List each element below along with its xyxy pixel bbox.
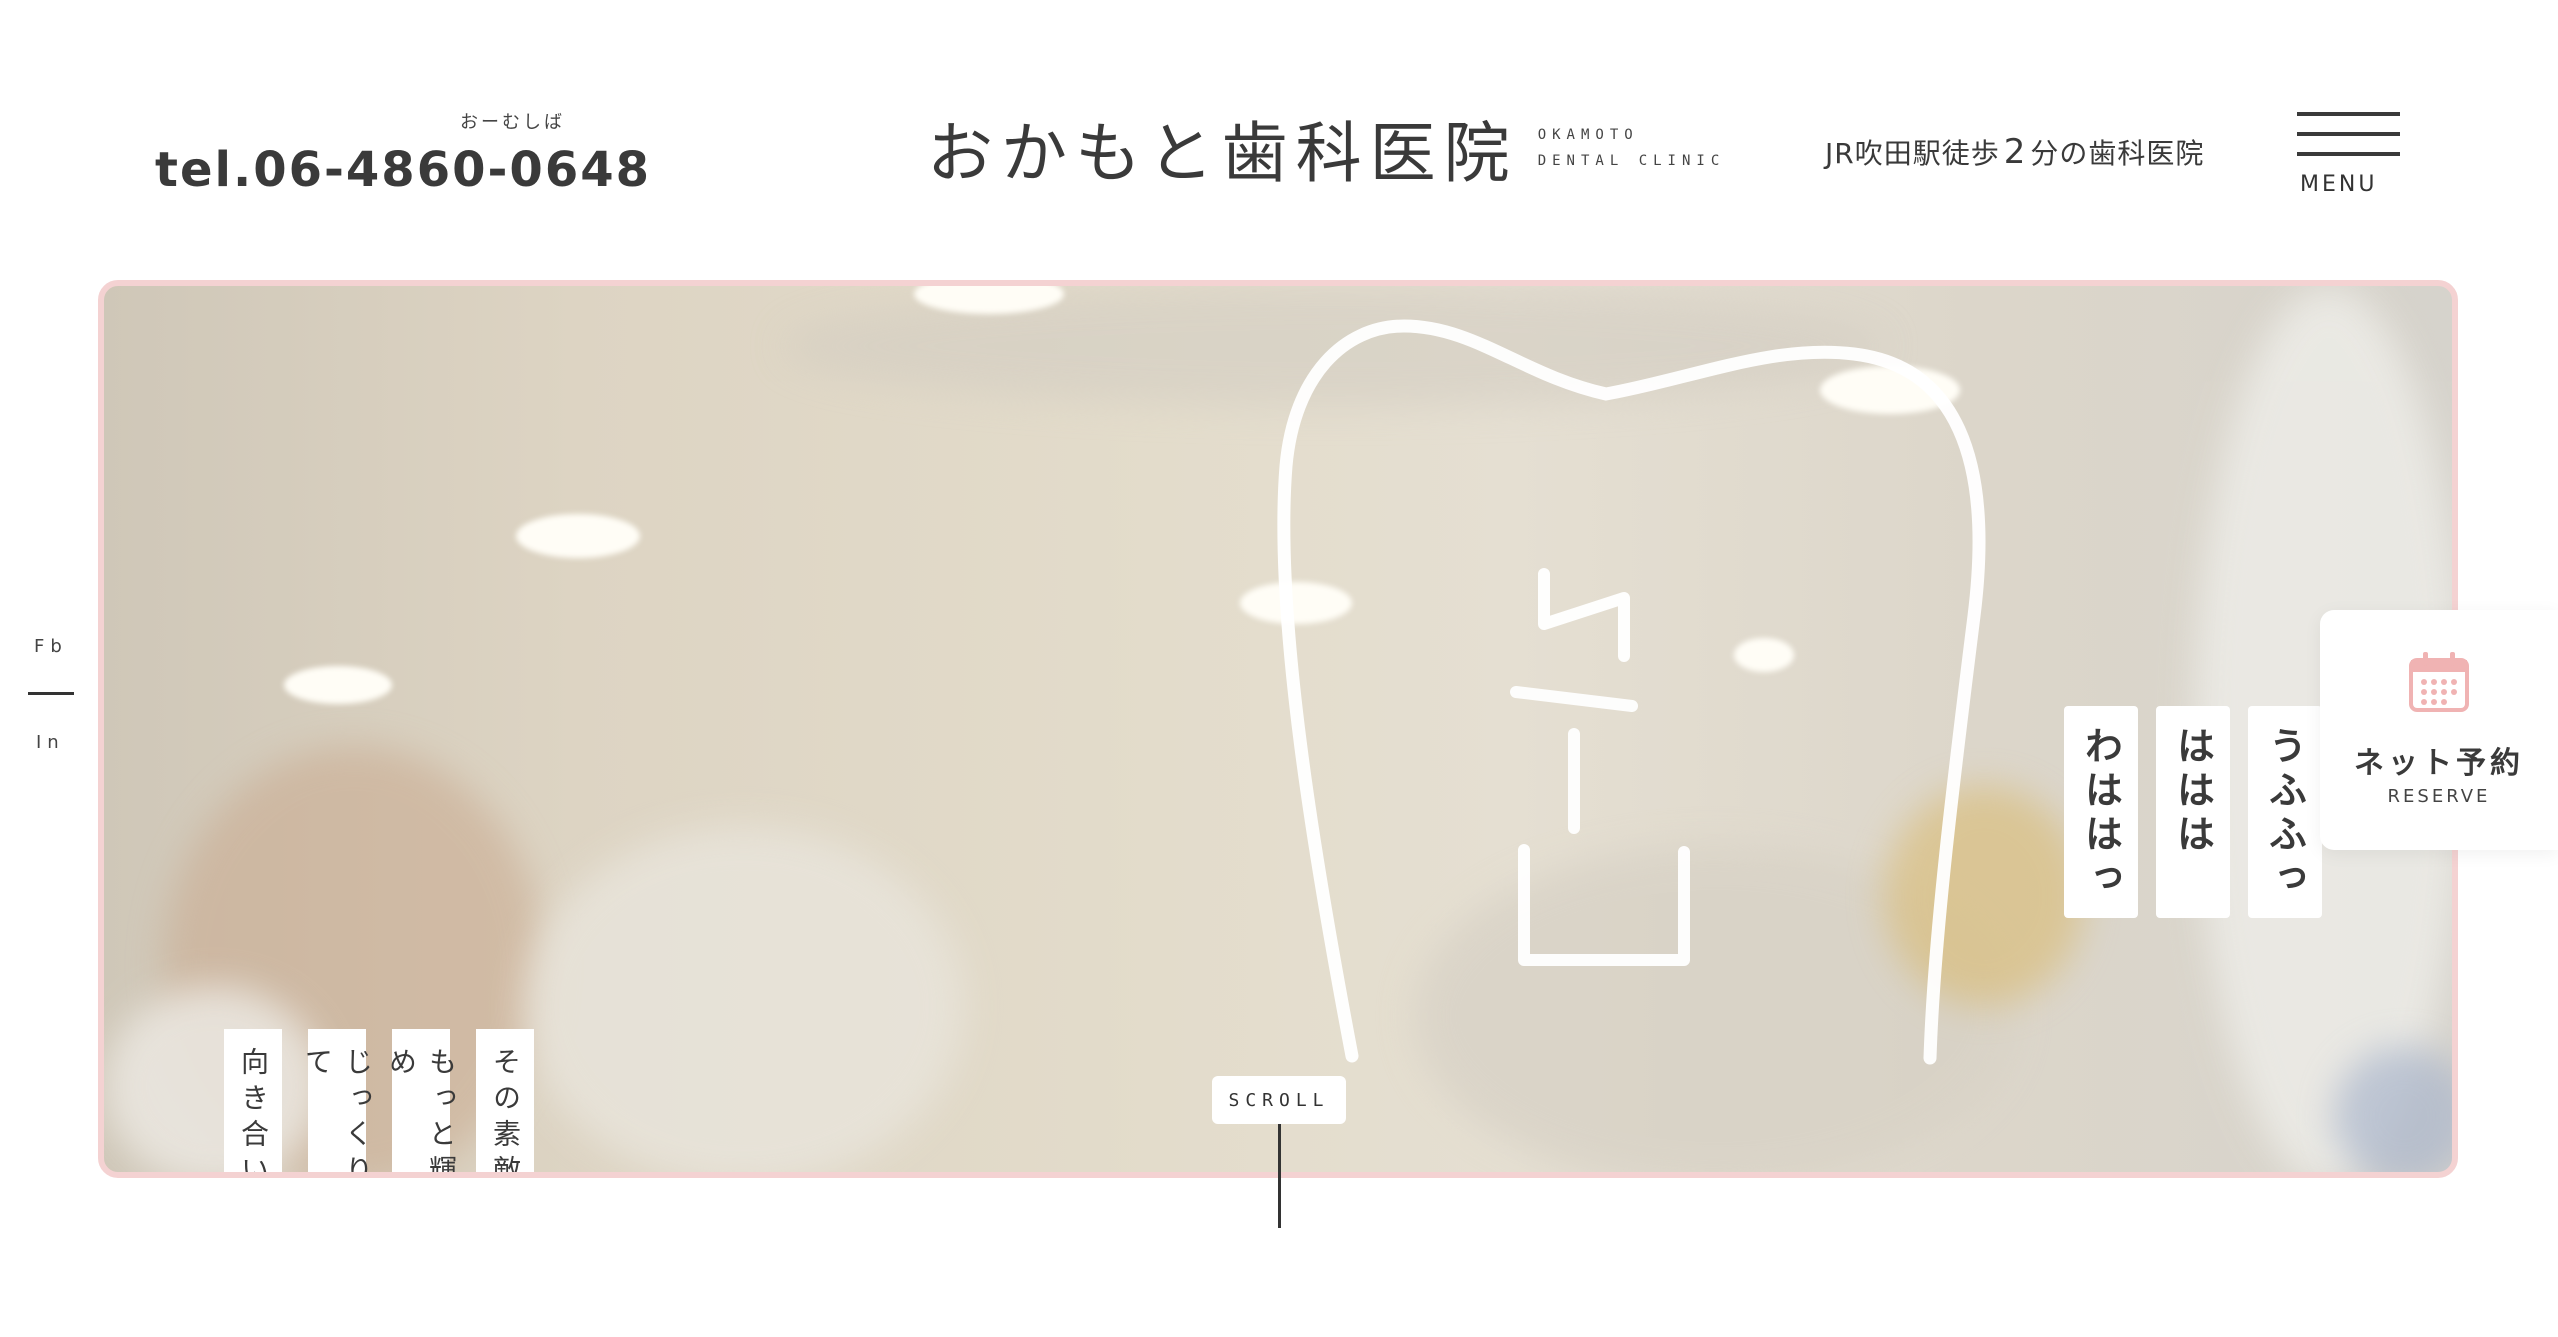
hero-copy-line-4: 向き合いたい。 <box>224 1029 282 1172</box>
calendar-icon <box>2409 652 2469 712</box>
scroll-indicator[interactable]: SCROLL <box>1212 1076 1346 1124</box>
hero-copy-line-1: その素敵な笑顔を <box>476 1029 534 1172</box>
instagram-link[interactable]: In <box>36 732 65 753</box>
tel-ruby: おーむしば <box>460 112 565 133</box>
page: おーむしば tel.06-4860-0648 おかもと歯科医院 OKAMOTO … <box>0 0 2558 1337</box>
logo-name: おかもと歯科医院 <box>927 115 1518 192</box>
hamburger-bar <box>2297 152 2400 156</box>
menu-label[interactable]: MENU <box>2300 172 2377 197</box>
hero-image: その素敵な笑顔を もっと輝かせるため じっくり腰を据えて 向き合いたい。 うふふ… <box>98 280 2458 1178</box>
site-logo[interactable]: おかもと歯科医院 OKAMOTO DENTAL CLINIC <box>893 103 1719 193</box>
laugh-text-3: わははっ <box>2064 706 2138 918</box>
logo-en-line2: DENTAL CLINIC <box>1537 153 1726 169</box>
tooth-outline-icon <box>1277 319 1986 1065</box>
sns-divider <box>28 692 74 695</box>
logo-en-line1: OKAMOTO <box>1537 127 1639 143</box>
hamburger-bar <box>2297 132 2400 136</box>
logo-english: OKAMOTO DENTAL CLINIC <box>1538 127 1726 169</box>
laugh-text-1: うふふっ <box>2248 706 2322 918</box>
ceiling-light <box>516 514 640 558</box>
reserve-button[interactable]: ネット予約 RESERVE <box>2320 610 2558 850</box>
facebook-link[interactable]: Fb <box>34 636 68 657</box>
hamburger-icon <box>2297 112 2400 116</box>
hero-copy-line-3: じっくり腰を据えて <box>301 1029 374 1172</box>
access-num: 2 <box>2003 132 2027 172</box>
access-info: JR吹田駅徒歩 2 分の歯科医院 <box>1825 132 2204 172</box>
bg-blur <box>104 986 324 1172</box>
bg-blur <box>524 826 964 1172</box>
reserve-label-en: RESERVE <box>2387 786 2491 807</box>
access-post: 分の歯科医院 <box>2030 137 2205 170</box>
reserve-label: ネット予約 <box>2354 746 2524 781</box>
tel-link[interactable]: tel.06-4860-0648 <box>155 142 651 198</box>
hero-copy-line-2: もっと輝かせるため <box>385 1029 458 1172</box>
access-pre: JR吹田駅徒歩 <box>1825 137 2000 170</box>
ceiling-light <box>284 666 392 704</box>
scroll-line <box>1278 1124 1281 1228</box>
laugh-text-2: ははは <box>2156 706 2230 918</box>
